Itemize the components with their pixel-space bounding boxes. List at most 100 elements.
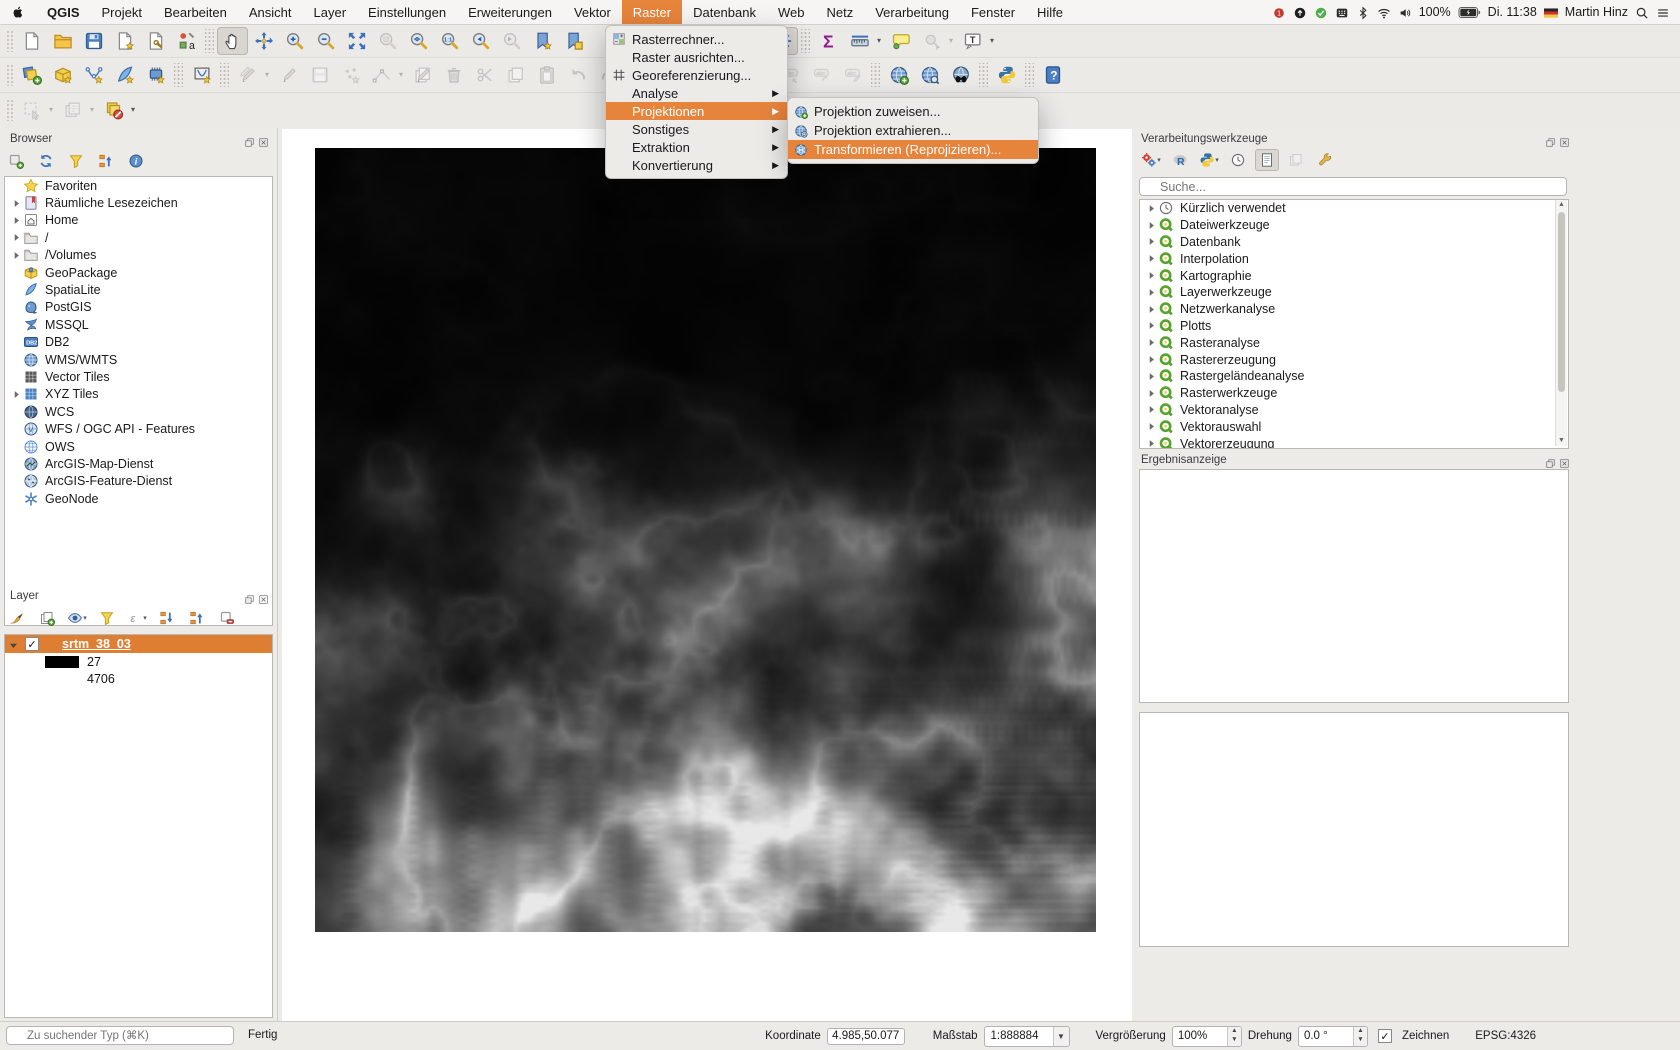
chevron-right-icon[interactable]: [9, 249, 23, 262]
float-panel-button[interactable]: [244, 134, 255, 149]
layer-visibility-checkbox[interactable]: ✓: [25, 637, 39, 651]
dropdown-arrow-icon[interactable]: ▾: [399, 70, 403, 79]
layout-manager-button[interactable]: [140, 27, 171, 55]
new-memory-layer-button[interactable]: [186, 61, 217, 89]
spin-up-icon[interactable]: ▲: [1354, 1027, 1367, 1037]
browser-item-arcgis-feature-dienst[interactable]: ArcGIS-Feature-Dienst: [5, 473, 272, 490]
raster-menu-item-analyse[interactable]: Analyse▶: [606, 84, 787, 102]
lock-icon[interactable]: [1076, 1029, 1090, 1043]
chevron-right-icon[interactable]: [1144, 437, 1158, 449]
float-panel-button[interactable]: [1545, 455, 1556, 470]
spin-up-icon[interactable]: ▲: [1228, 1027, 1241, 1037]
projections-item-projektion-zuweisen[interactable]: Projektion zuweisen...: [788, 102, 1038, 121]
processing-group-rastererzeugung[interactable]: Rastererzeugung: [1140, 351, 1568, 368]
save-project-button[interactable]: [78, 27, 109, 55]
browser-item-r-umliche-lesezeichen[interactable]: Räumliche Lesezeichen: [5, 194, 272, 211]
layer-item-srtm[interactable]: ✓ srtm_38_03: [5, 635, 272, 653]
browser-item-wcs[interactable]: WCS: [5, 403, 272, 420]
show-bookmarks-button[interactable]: [558, 27, 589, 55]
history-button[interactable]: [1226, 149, 1250, 171]
dropdown-arrow-icon[interactable]: ▾: [83, 614, 87, 622]
chevron-right-icon[interactable]: [1144, 202, 1158, 215]
browser-item-mssql[interactable]: MSSQL: [5, 316, 272, 333]
new-shapefile-button[interactable]: [78, 61, 109, 89]
python-scripts-button[interactable]: ▾: [1197, 149, 1221, 171]
close-panel-button[interactable]: [1559, 455, 1570, 470]
browser-item-db2[interactable]: DB2DB2: [5, 334, 272, 351]
control-center-menu[interactable]: [1656, 4, 1670, 20]
chevron-right-icon[interactable]: [9, 197, 23, 210]
crs-globe-icon[interactable]: [1455, 1029, 1469, 1043]
r-scripts-button[interactable]: R: [1168, 149, 1192, 171]
raster-menu-item-raster-ausrichten[interactable]: Raster ausrichten...: [606, 48, 787, 66]
scroll-down-icon[interactable]: ▼: [1556, 436, 1567, 446]
layer-name[interactable]: srtm_38_03: [62, 637, 131, 651]
chevron-right-icon[interactable]: [1144, 387, 1158, 400]
processing-group-dateiwerkzeuge[interactable]: Dateiwerkzeuge: [1140, 217, 1568, 234]
python-console-button[interactable]: [991, 61, 1022, 89]
browser-item-geonode[interactable]: GeoNode: [5, 490, 272, 507]
open-project-button[interactable]: [47, 27, 78, 55]
wifi-menu-item[interactable]: [1377, 4, 1391, 20]
toolbar-drag-handle[interactable]: [6, 30, 14, 52]
raster-menu-item-konvertierung[interactable]: Konvertierung▶: [606, 156, 787, 174]
toolbar-drag-handle[interactable]: [6, 64, 14, 86]
browser-item-arcgis-map-dienst[interactable]: ArcGIS-Map-Dienst: [5, 455, 272, 472]
remove-layer-button[interactable]: [214, 607, 240, 629]
browser-item--volumes[interactable]: /Volumes: [5, 247, 272, 264]
spin-down-icon[interactable]: ▼: [1228, 1036, 1241, 1046]
metasearch-add-button[interactable]: [883, 61, 914, 89]
zoom-last-button[interactable]: [465, 27, 496, 55]
chevron-right-icon[interactable]: [9, 214, 23, 227]
new-layout-button[interactable]: [109, 27, 140, 55]
dropdown-arrow-icon[interactable]: ▾: [1215, 156, 1219, 164]
browser-item-home[interactable]: Home: [5, 212, 272, 229]
browser-item-wms-wmts[interactable]: WMS/WMTS: [5, 351, 272, 368]
user-menu[interactable]: Martin Hinz: [1565, 5, 1628, 19]
style-manager-button[interactable]: a: [171, 27, 202, 55]
processing-group-rasterwerkzeuge[interactable]: Rasterwerkzeuge: [1140, 385, 1568, 402]
processing-group-plotts[interactable]: Plotts: [1140, 318, 1568, 335]
processing-group-vektorauswahl[interactable]: Vektorauswahl: [1140, 418, 1568, 435]
chevron-right-icon[interactable]: [1144, 420, 1158, 433]
menu-raster[interactable]: Raster: [622, 0, 682, 24]
processing-group-rastergeländeanalyse[interactable]: Rastergeländeanalyse: [1140, 368, 1568, 385]
pan-map-button[interactable]: [217, 27, 248, 55]
edit-features-inplace-button[interactable]: [1284, 149, 1308, 171]
raster-menu-item-sonstiges[interactable]: Sonstiges▶: [606, 120, 787, 138]
rotation-spinbox[interactable]: 0.0 ° ▲▼: [1298, 1026, 1368, 1047]
raster-menu-item-rasterrechner[interactable]: Rasterrechner...: [606, 30, 787, 48]
menu-verarbeitung[interactable]: Verarbeitung: [864, 0, 960, 24]
processing-group-layerwerkzeuge[interactable]: Layerwerkzeuge: [1140, 284, 1568, 301]
menu-vektor[interactable]: Vektor: [563, 0, 622, 24]
browser-item--[interactable]: /: [5, 229, 272, 246]
locator-search-input[interactable]: [25, 1029, 228, 1043]
expand-all-button[interactable]: [154, 607, 180, 629]
chevron-right-icon[interactable]: [1144, 319, 1158, 332]
spotlight-menu[interactable]: [1635, 4, 1649, 20]
results-viewer-button[interactable]: [1255, 149, 1279, 171]
models-button[interactable]: ▾: [1139, 149, 1163, 171]
spin-buttons[interactable]: ▲▼: [1353, 1027, 1367, 1046]
close-panel-button[interactable]: [258, 134, 269, 149]
input-source-menu[interactable]: [1544, 4, 1558, 20]
scrollbar-thumb[interactable]: [1558, 212, 1565, 392]
float-panel-button[interactable]: [1545, 134, 1556, 149]
add-group-button[interactable]: [34, 607, 60, 629]
raster-menu-item-extraktion[interactable]: Extraktion▶: [606, 138, 787, 156]
processing-group-vektoranalyse[interactable]: Vektoranalyse: [1140, 402, 1568, 419]
browser-item-geopackage[interactable]: GeoPackage: [5, 264, 272, 281]
magnifier-spinbox[interactable]: 100% ▲▼: [1172, 1026, 1242, 1047]
volume-menu-item[interactable]: [1398, 4, 1412, 20]
processing-group-kartographie[interactable]: Kartographie: [1140, 267, 1568, 284]
map-themes-button[interactable]: ▾: [64, 607, 90, 629]
chevron-right-icon[interactable]: [1144, 353, 1158, 366]
pan-to-selection-button[interactable]: [248, 27, 279, 55]
new-spatialite-button[interactable]: [109, 61, 140, 89]
menu-fenster[interactable]: Fenster: [960, 0, 1026, 24]
map-tips-button[interactable]: [885, 27, 916, 55]
zoom-out-button[interactable]: [310, 27, 341, 55]
menu-bearbeiten[interactable]: Bearbeiten: [153, 0, 238, 24]
refresh-button[interactable]: [34, 150, 58, 172]
chevron-right-icon[interactable]: [9, 388, 23, 401]
